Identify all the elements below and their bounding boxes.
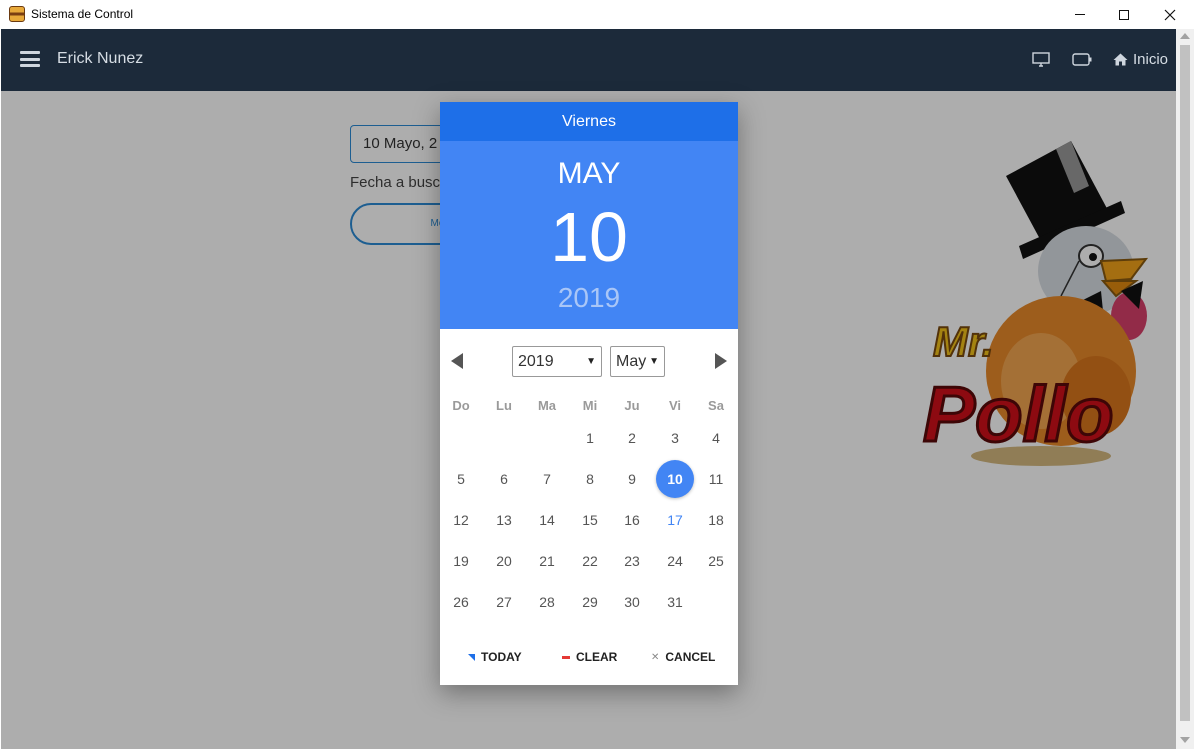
date-picker-dialog: Viernes MAY 10 2019 2019 ▼ May ▼ Do Lu Ma M…	[440, 102, 738, 685]
month-select[interactable]: May ▼	[610, 346, 665, 377]
clear-label: CLEAR	[576, 650, 618, 664]
calendar-day[interactable]: 6	[485, 460, 523, 498]
prev-month-icon[interactable]	[451, 353, 463, 369]
calendar-day[interactable]: 21	[528, 542, 566, 580]
weekday-header-row: Do Lu Ma Mi Ju Vi Sa	[440, 398, 738, 416]
calendar-day[interactable]: 4	[697, 419, 735, 457]
year-select[interactable]: 2019 ▼	[512, 346, 602, 377]
calendar-day[interactable]: 30	[613, 583, 651, 621]
weekday-header: Do	[452, 398, 470, 413]
window-titlebar: Sistema de Control	[0, 0, 1194, 29]
calendar-day[interactable]: 26	[442, 583, 480, 621]
cancel-label: CANCEL	[665, 650, 716, 664]
scroll-down-icon[interactable]	[1180, 737, 1190, 743]
calendar-day[interactable]: 14	[528, 501, 566, 539]
calendar-day[interactable]: 24	[656, 542, 694, 580]
calendar-day[interactable]: 3	[656, 419, 694, 457]
today-button[interactable]: TODAY	[468, 650, 522, 664]
picker-header: MAY 10 2019	[440, 141, 738, 329]
weekday-header: Vi	[668, 398, 682, 413]
calendar-day[interactable]: 17	[656, 501, 694, 539]
weekday-header: Ju	[624, 398, 640, 413]
maximize-icon	[1119, 9, 1129, 20]
app-navbar: Erick Nunez Inicio	[1, 29, 1176, 91]
minimize-button[interactable]	[1057, 0, 1103, 29]
calendar-day[interactable]: 15	[571, 501, 609, 539]
today-marker-icon	[468, 653, 475, 661]
chevron-down-icon: ▼	[586, 356, 596, 367]
calendar-day[interactable]: 22	[571, 542, 609, 580]
calendar-day[interactable]: 9	[613, 460, 651, 498]
burger-icon	[9, 6, 25, 22]
year-select-value: 2019	[518, 353, 554, 370]
calendar-day[interactable]: 10	[656, 460, 694, 498]
calendar-day[interactable]: 19	[442, 542, 480, 580]
battery-icon[interactable]	[1072, 53, 1092, 66]
close-icon: ✕	[651, 651, 660, 663]
scroll-up-icon[interactable]	[1180, 33, 1190, 39]
calendar-day[interactable]: 25	[697, 542, 735, 580]
home-label: Inicio	[1133, 51, 1169, 68]
close-icon	[1164, 9, 1176, 20]
calendar-day[interactable]: 13	[485, 501, 523, 539]
month-select-value: May	[616, 353, 647, 370]
calendar-day[interactable]: 16	[613, 501, 651, 539]
minimize-icon	[1075, 14, 1085, 15]
calendar-day[interactable]: 1	[571, 419, 609, 457]
chevron-down-icon: ▼	[649, 356, 659, 367]
picker-weekday: Viernes	[440, 102, 738, 141]
calendar-day[interactable]: 2	[613, 419, 651, 457]
vertical-scrollbar[interactable]	[1176, 29, 1194, 749]
hamburger-icon[interactable]	[20, 51, 40, 67]
calendar-day[interactable]: 11	[697, 460, 735, 498]
next-month-icon[interactable]	[715, 353, 727, 369]
close-button[interactable]	[1147, 0, 1193, 29]
clear-marker-icon	[562, 655, 570, 659]
picker-month: MAY	[557, 157, 621, 190]
calendar-day[interactable]: 18	[697, 501, 735, 539]
picker-footer: TODAY CLEAR ✕ CANCEL	[440, 650, 738, 670]
window-title: Sistema de Control	[31, 7, 134, 21]
home-link[interactable]: Inicio	[1113, 51, 1168, 68]
calendar-day[interactable]: 29	[571, 583, 609, 621]
calendar-day[interactable]: 7	[528, 460, 566, 498]
home-icon	[1113, 53, 1128, 66]
calendar-day[interactable]: 12	[442, 501, 480, 539]
clear-button[interactable]: CLEAR	[562, 650, 617, 664]
calendar-day[interactable]: 20	[485, 542, 523, 580]
cancel-button[interactable]: ✕ CANCEL	[651, 650, 715, 664]
monitor-icon[interactable]	[1032, 52, 1050, 68]
calendar-day[interactable]: 23	[613, 542, 651, 580]
scroll-thumb[interactable]	[1180, 45, 1190, 721]
calendar-day[interactable]: 28	[528, 583, 566, 621]
picker-day: 10	[550, 198, 628, 276]
weekday-header: Lu	[496, 398, 512, 413]
today-label: TODAY	[481, 650, 522, 664]
calendar-day[interactable]: 31	[656, 583, 694, 621]
user-name: Erick Nunez	[57, 50, 144, 67]
picker-navigation: 2019 ▼ May ▼	[440, 346, 738, 378]
calendar-day[interactable]: 5	[442, 460, 480, 498]
calendar-day[interactable]: 8	[571, 460, 609, 498]
weekday-header: Mi	[582, 398, 598, 413]
weekday-header: Ma	[537, 398, 557, 413]
calendar-day[interactable]: 27	[485, 583, 523, 621]
maximize-button[interactable]	[1101, 0, 1147, 29]
weekday-header: Sa	[708, 398, 724, 413]
picker-year: 2019	[557, 282, 621, 313]
